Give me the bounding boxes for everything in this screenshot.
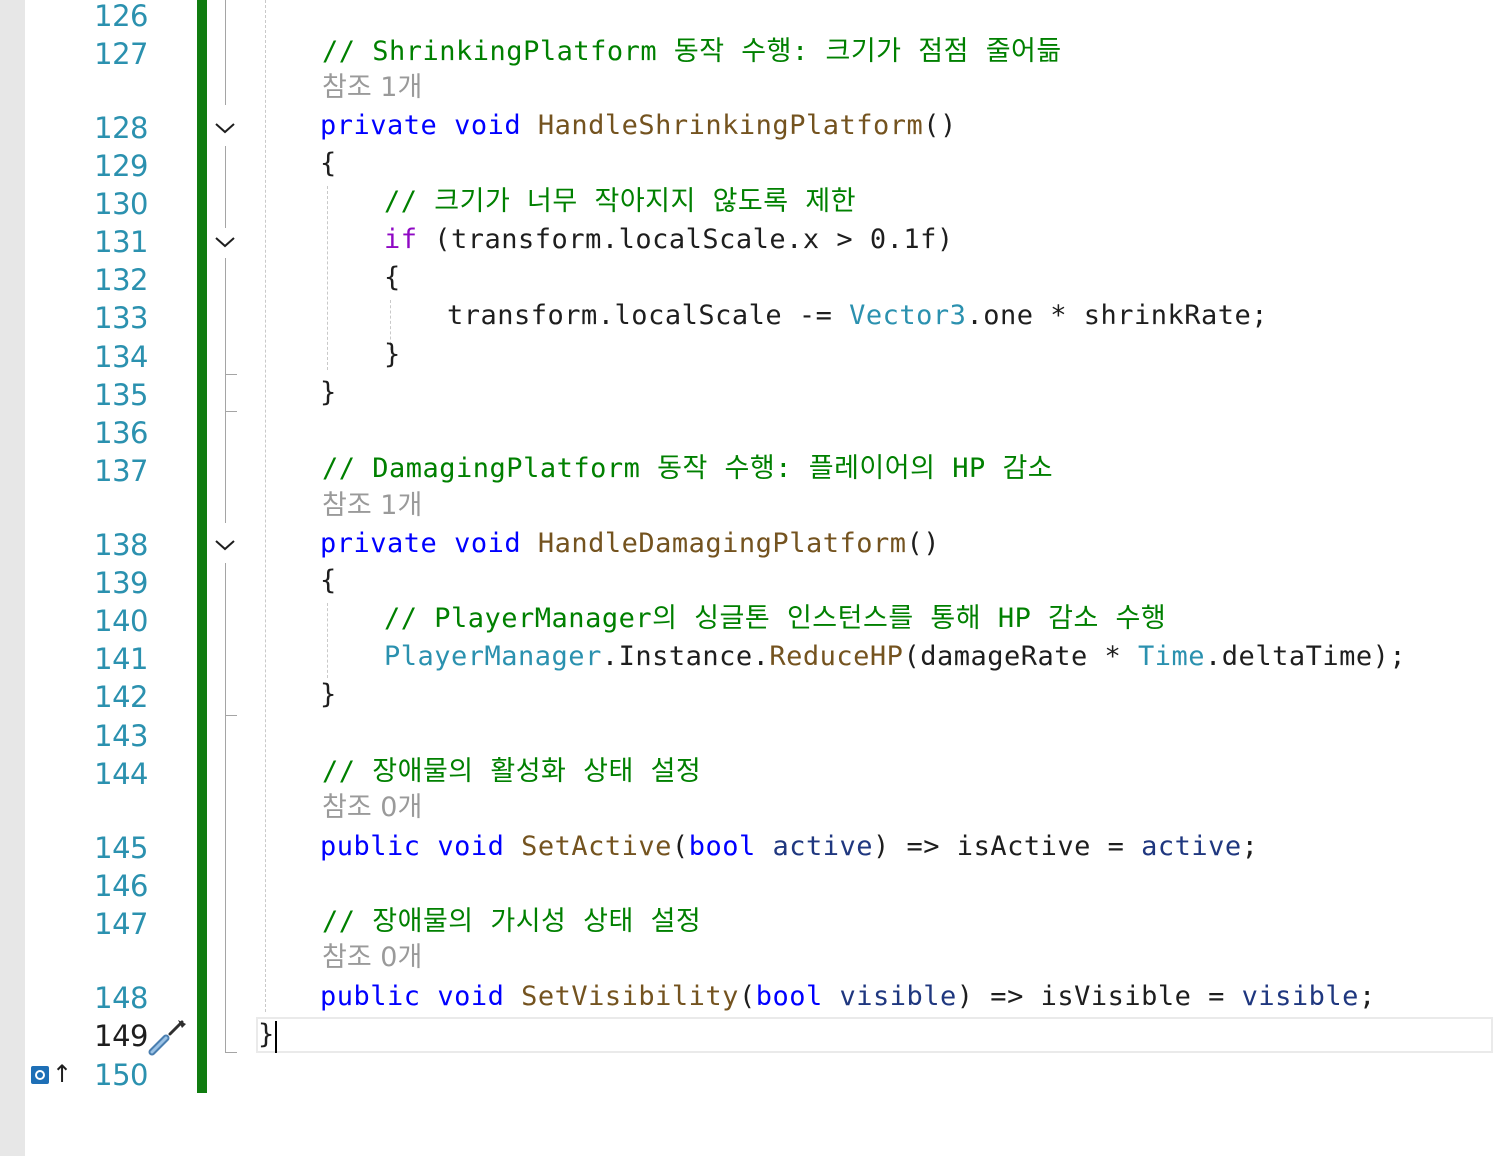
code-line: }: [320, 679, 337, 710]
code-line: }: [384, 339, 401, 370]
line-number: 136: [94, 416, 148, 450]
line-number: 147: [94, 907, 148, 941]
outline-end: [225, 411, 237, 412]
indent-guide: [327, 186, 328, 370]
code-lens-references[interactable]: 참조 0개: [322, 789, 422, 827]
change-tracking-bar: [197, 0, 207, 1093]
line-number: 132: [94, 263, 148, 297]
chevron-down-icon[interactable]: [214, 121, 236, 135]
code-comment: // PlayerManager의 싱글톤 인스턴스를 통해 HP 감소 수행: [384, 603, 1167, 634]
code-comment: // 장애물의 가시성 상태 설정: [322, 906, 702, 937]
outline-line: [225, 146, 226, 228]
line-number: 139: [94, 566, 148, 600]
code-comment: // DamagingPlatform 동작 수행: 플레이어의 HP 감소: [322, 453, 1054, 484]
line-number: 140: [94, 604, 148, 638]
code-line: transform.localScale -= Vector3.one * sh…: [447, 300, 1269, 331]
line-number: 126: [94, 0, 148, 33]
outline-end: [225, 1052, 237, 1053]
screwdriver-wrench-icon[interactable]: [148, 1018, 188, 1056]
code-lens-references[interactable]: 참조 0개: [322, 939, 422, 977]
line-number: 148: [94, 981, 148, 1015]
code-line: {: [320, 148, 337, 179]
line-number: 146: [94, 869, 148, 903]
glyph-margin[interactable]: [0, 0, 25, 1156]
line-number: 130: [94, 187, 148, 221]
current-line-highlight: [256, 1017, 1493, 1053]
outline-line: [225, 258, 226, 412]
code-line: }: [258, 1019, 275, 1050]
line-number: 129: [94, 149, 148, 183]
code-line: private void HandleDamagingPlatform(): [320, 528, 940, 559]
chevron-down-icon[interactable]: [214, 538, 236, 552]
line-number: 142: [94, 680, 148, 714]
indent-guide: [327, 603, 328, 678]
line-number: 128: [94, 111, 148, 145]
code-comment: // ShrinkingPlatform 동작 수행: 크기가 점점 줄어듦: [322, 36, 1062, 67]
outline-end: [225, 715, 237, 716]
code-lens-references[interactable]: 참조 1개: [322, 487, 422, 525]
code-line: if (transform.localScale.x > 0.1f): [384, 224, 954, 255]
outline-line: [225, 411, 226, 523]
outline-end: [225, 374, 237, 375]
up-arrow-icon: ↑: [52, 1060, 73, 1088]
line-number: 137: [94, 454, 148, 488]
outline-line: [225, 715, 226, 1053]
code-lens-references[interactable]: 참조 1개: [322, 69, 422, 107]
code-line: PlayerManager.Instance.ReduceHP(damageRa…: [384, 641, 1407, 672]
line-number: 135: [94, 378, 148, 412]
code-comment: // 장애물의 활성화 상태 설정: [322, 756, 702, 787]
indent-guide: [265, 0, 266, 1012]
line-number: 145: [94, 831, 148, 865]
code-line: {: [320, 565, 337, 596]
line-number: 127: [94, 37, 148, 71]
line-number: 138: [94, 528, 148, 562]
code-line: }: [320, 377, 337, 408]
line-number: 141: [94, 642, 148, 676]
code-line: {: [384, 262, 401, 293]
text-caret: [275, 1021, 277, 1053]
line-number: 143: [94, 719, 148, 753]
code-line: public void SetActive(bool active) => is…: [320, 831, 1259, 862]
line-number: 134: [94, 340, 148, 374]
code-line: public void SetVisibility(bool visible) …: [320, 981, 1376, 1012]
line-number: 131: [94, 225, 148, 259]
bookmark-square-icon[interactable]: [30, 1064, 52, 1086]
line-number-current: 149: [94, 1019, 148, 1053]
line-number: 150: [94, 1058, 148, 1092]
code-line: private void HandleShrinkingPlatform(): [320, 110, 957, 141]
outline-line: [225, 563, 226, 716]
chevron-down-icon[interactable]: [214, 235, 236, 249]
line-number: 144: [94, 757, 148, 791]
line-number: 133: [94, 301, 148, 335]
outline-line: [225, 0, 226, 105]
code-comment: // 크기가 너무 작아지지 않도록 제한: [384, 186, 857, 217]
